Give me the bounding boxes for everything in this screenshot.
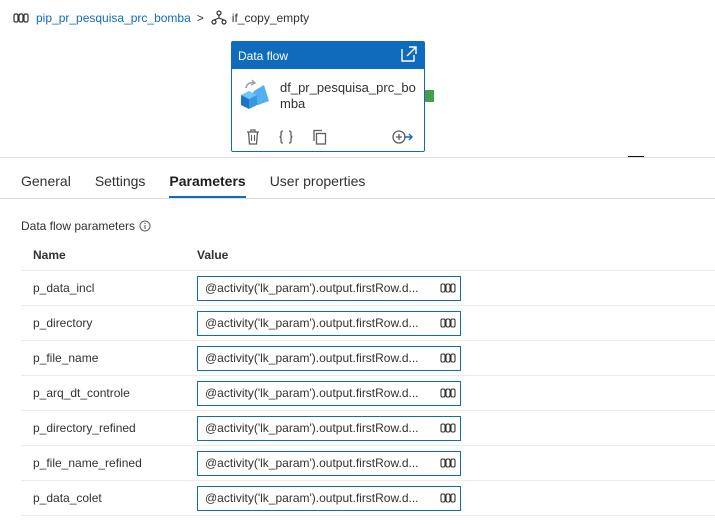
pipeline-expression-icon[interactable] — [438, 317, 456, 329]
parameter-value-text[interactable]: @activity('lk_param').output.firstRow.d.… — [205, 456, 438, 470]
tab-general[interactable]: General — [21, 172, 71, 198]
table-row: p_file_name @activity('lk_param').output.… — [21, 341, 715, 376]
tab-user-properties[interactable]: User properties — [270, 172, 366, 198]
parameter-name: p_arq_dt_controle — [33, 386, 130, 400]
dataflow-activity-name: df_pr_pesquisa_prc_bomba — [280, 80, 416, 111]
parameter-name: p_data_colet — [33, 491, 102, 505]
breadcrumb: pip_pr_pesquisa_prc_bomba > if_copy_empt… — [12, 9, 309, 27]
pipeline-expression-icon[interactable] — [438, 492, 456, 504]
if-condition-icon — [210, 10, 228, 25]
parameter-value-field[interactable]: @activity('lk_param').output.firstRow.d.… — [197, 485, 461, 511]
parameter-value-text[interactable]: @activity('lk_param').output.firstRow.d.… — [205, 351, 438, 365]
parameter-value-field[interactable]: @activity('lk_param').output.firstRow.d.… — [197, 345, 461, 371]
table-row: p_data_incl @activity('lk_param').output.… — [21, 271, 715, 306]
pipeline-expression-icon[interactable] — [438, 352, 456, 364]
breadcrumb-activity[interactable]: if_copy_empty — [232, 11, 309, 25]
parameter-value-field[interactable]: @activity('lk_param').output.firstRow.d.… — [197, 415, 461, 441]
pipeline-expression-icon[interactable] — [438, 282, 456, 294]
dataflow-activity-card[interactable]: Data flow df_pr_pesquisa_prc_bomba — [231, 41, 425, 152]
parameter-value-field[interactable]: @activity('lk_param').output.firstRow.d.… — [197, 275, 461, 301]
parameter-value-text[interactable]: @activity('lk_param').output.firstRow.d.… — [205, 421, 438, 435]
pipeline-expression-icon[interactable] — [438, 422, 456, 434]
parameter-value-text[interactable]: @activity('lk_param').output.firstRow.d.… — [205, 491, 438, 505]
card-header: Data flow — [232, 42, 424, 69]
open-external-icon[interactable] — [400, 45, 418, 66]
tab-parameters[interactable]: Parameters — [169, 172, 246, 198]
parameter-value-field[interactable]: @activity('lk_param').output.firstRow.d.… — [197, 380, 461, 406]
card-type-label: Data flow — [238, 48, 289, 63]
table-row: p_data_colet @activity('lk_param').output… — [21, 481, 715, 516]
card-body: df_pr_pesquisa_prc_bomba — [232, 69, 424, 123]
parameters-table: Name Value p_data_incl @activity('lk_para… — [21, 240, 715, 516]
pipeline-expression-icon[interactable] — [438, 457, 456, 469]
section-title: Data flow parameters — [21, 219, 151, 233]
table-row: p_file_name_refined @activity('lk_param')… — [21, 446, 715, 481]
parameter-name: p_directory_refined — [33, 421, 136, 435]
section-title-label: Data flow parameters — [21, 219, 136, 233]
code-icon[interactable] — [278, 129, 294, 145]
table-row: p_directory @activity('lk_param').output.… — [21, 306, 715, 341]
table-row: p_directory_refined @activity('lk_param')… — [21, 411, 715, 446]
breadcrumb-separator: > — [196, 11, 204, 25]
parameter-value-text[interactable]: @activity('lk_param').output.firstRow.d.… — [205, 281, 438, 295]
card-actions — [232, 123, 424, 151]
add-output-icon[interactable] — [392, 129, 414, 145]
parameter-value-field[interactable]: @activity('lk_param').output.firstRow.d.… — [197, 450, 461, 476]
parameter-value-text[interactable]: @activity('lk_param').output.firstRow.d.… — [205, 386, 438, 400]
parameter-name: p_file_name_refined — [33, 456, 142, 470]
table-row: p_arq_dt_controle @activity('lk_param').o… — [21, 376, 715, 411]
pipeline-expression-icon[interactable] — [438, 387, 456, 399]
copy-icon[interactable] — [312, 129, 328, 145]
panel-divider — [0, 157, 715, 158]
parameter-value-field[interactable]: @activity('lk_param').output.firstRow.d.… — [197, 310, 461, 336]
tab-settings[interactable]: Settings — [95, 172, 146, 198]
table-header: Name Value — [21, 240, 715, 271]
info-icon[interactable] — [139, 220, 151, 232]
output-port[interactable] — [425, 90, 434, 102]
parameter-value-text[interactable]: @activity('lk_param').output.firstRow.d.… — [205, 316, 438, 330]
delete-icon[interactable] — [246, 129, 260, 145]
parameter-name: p_data_incl — [33, 281, 95, 295]
pipeline-icon — [12, 11, 30, 25]
column-header-name: Name — [33, 248, 66, 262]
dataflow-icon — [240, 79, 270, 118]
tabs-divider — [0, 198, 715, 199]
properties-tabs: General Settings Parameters User propert… — [21, 172, 389, 198]
breadcrumb-pipeline-link[interactable]: pip_pr_pesquisa_prc_bomba — [36, 11, 191, 25]
parameter-name: p_file_name — [33, 351, 99, 365]
column-header-value: Value — [197, 248, 229, 262]
parameter-name: p_directory — [33, 316, 93, 330]
